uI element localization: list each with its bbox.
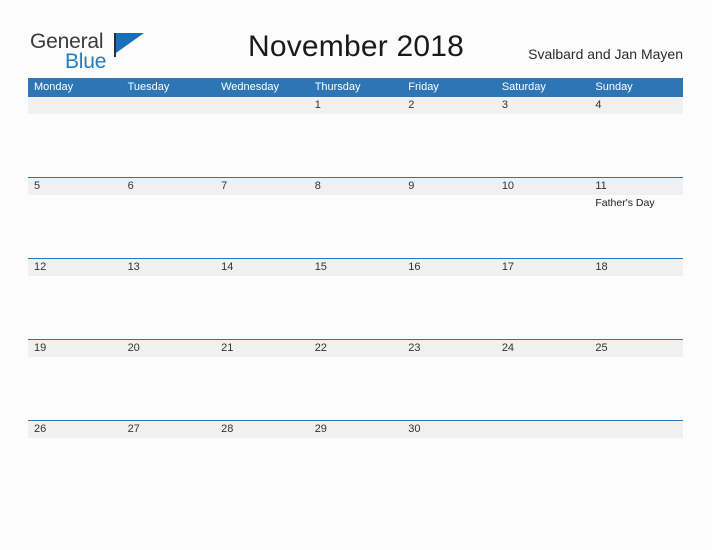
day-cell[interactable] — [215, 276, 309, 339]
date-number[interactable]: 24 — [496, 340, 590, 357]
date-number[interactable] — [215, 97, 309, 114]
date-number[interactable]: 17 — [496, 259, 590, 276]
week-event-band — [28, 276, 683, 339]
date-number[interactable]: 22 — [309, 340, 403, 357]
day-cell[interactable] — [215, 114, 309, 177]
date-number[interactable]: 13 — [122, 259, 216, 276]
date-number[interactable]: 14 — [215, 259, 309, 276]
day-cell[interactable] — [215, 195, 309, 258]
date-number[interactable]: 5 — [28, 178, 122, 195]
date-number[interactable] — [28, 97, 122, 114]
date-number[interactable]: 25 — [589, 340, 683, 357]
day-cell[interactable] — [496, 438, 590, 501]
day-cell[interactable] — [28, 357, 122, 420]
date-number[interactable]: 21 — [215, 340, 309, 357]
date-number[interactable]: 27 — [122, 421, 216, 438]
date-number[interactable]: 2 — [402, 97, 496, 114]
date-number[interactable]: 4 — [589, 97, 683, 114]
day-cell[interactable] — [589, 357, 683, 420]
date-number[interactable]: 16 — [402, 259, 496, 276]
week-date-band: 26 27 28 29 30 — [28, 421, 683, 438]
week-event-band — [28, 114, 683, 177]
day-cell[interactable] — [496, 114, 590, 177]
date-number[interactable]: 11 — [589, 178, 683, 195]
day-cell[interactable] — [402, 357, 496, 420]
week-row: 12 13 14 15 16 17 18 — [28, 258, 683, 339]
day-cell[interactable] — [122, 195, 216, 258]
date-number[interactable]: 30 — [402, 421, 496, 438]
week-date-band: 19 20 21 22 23 24 25 — [28, 340, 683, 357]
day-cell[interactable] — [496, 276, 590, 339]
event-label: Father's Day — [595, 197, 655, 209]
week-event-band — [28, 438, 683, 501]
day-cell[interactable] — [122, 357, 216, 420]
page-header: General Blue November 2018 Svalbard and … — [0, 0, 712, 78]
day-cell[interactable] — [496, 357, 590, 420]
weekday-thursday: Thursday — [314, 81, 361, 93]
calendar-page: General Blue November 2018 Svalbard and … — [0, 0, 712, 550]
day-cell[interactable] — [28, 276, 122, 339]
date-number[interactable]: 6 — [122, 178, 216, 195]
date-number[interactable]: 29 — [309, 421, 403, 438]
date-number[interactable]: 15 — [309, 259, 403, 276]
week-date-band: 1 2 3 4 — [28, 97, 683, 114]
day-cell[interactable] — [496, 195, 590, 258]
day-cell[interactable] — [309, 114, 403, 177]
day-cell[interactable] — [589, 114, 683, 177]
day-cell[interactable] — [122, 114, 216, 177]
day-cell[interactable] — [215, 357, 309, 420]
day-cell[interactable] — [28, 438, 122, 501]
day-cell[interactable] — [309, 195, 403, 258]
week-row: 5 6 7 8 9 10 11 Father's Day — [28, 177, 683, 258]
day-cell[interactable] — [402, 114, 496, 177]
date-number[interactable]: 23 — [402, 340, 496, 357]
weekday-saturday: Saturday — [501, 81, 546, 93]
week-date-band: 12 13 14 15 16 17 18 — [28, 259, 683, 276]
day-cell[interactable] — [402, 276, 496, 339]
date-number[interactable]: 19 — [28, 340, 122, 357]
weekday-monday: Monday — [34, 81, 74, 93]
day-cell[interactable]: Father's Day — [589, 195, 683, 258]
day-cell[interactable] — [309, 438, 403, 501]
date-number[interactable]: 18 — [589, 259, 683, 276]
day-cell[interactable] — [589, 438, 683, 501]
date-number[interactable] — [589, 421, 683, 438]
calendar-grid: Monday Tuesday Wednesday Thursday Friday… — [28, 78, 683, 501]
region-label: Svalbard and Jan Mayen — [528, 46, 683, 62]
date-number[interactable]: 7 — [215, 178, 309, 195]
weekday-friday: Friday — [408, 81, 439, 93]
date-number[interactable] — [122, 97, 216, 114]
day-cell[interactable] — [122, 438, 216, 501]
date-number[interactable] — [496, 421, 590, 438]
week-row: 26 27 28 29 30 — [28, 420, 683, 501]
day-cell[interactable] — [402, 438, 496, 501]
week-date-band: 5 6 7 8 9 10 11 — [28, 178, 683, 195]
date-number[interactable]: 9 — [402, 178, 496, 195]
date-number[interactable]: 3 — [496, 97, 590, 114]
weekday-tuesday: Tuesday — [127, 81, 170, 93]
day-cell[interactable] — [402, 195, 496, 258]
day-cell[interactable] — [589, 276, 683, 339]
day-cell[interactable] — [309, 357, 403, 420]
week-event-band — [28, 357, 683, 420]
weekday-wednesday: Wednesday — [221, 81, 280, 93]
week-row: 1 2 3 4 — [28, 96, 683, 177]
date-number[interactable]: 1 — [309, 97, 403, 114]
day-cell[interactable] — [309, 276, 403, 339]
day-cell[interactable] — [28, 114, 122, 177]
week-row: 19 20 21 22 23 24 25 — [28, 339, 683, 420]
weekday-header-row: Monday Tuesday Wednesday Thursday Friday… — [28, 78, 683, 96]
date-number[interactable]: 12 — [28, 259, 122, 276]
date-number[interactable]: 8 — [309, 178, 403, 195]
date-number[interactable]: 20 — [122, 340, 216, 357]
date-number[interactable]: 28 — [215, 421, 309, 438]
date-number[interactable]: 10 — [496, 178, 590, 195]
day-cell[interactable] — [122, 276, 216, 339]
week-event-band: Father's Day — [28, 195, 683, 258]
weekday-sunday: Sunday — [595, 81, 633, 93]
day-cell[interactable] — [28, 195, 122, 258]
day-cell[interactable] — [215, 438, 309, 501]
date-number[interactable]: 26 — [28, 421, 122, 438]
